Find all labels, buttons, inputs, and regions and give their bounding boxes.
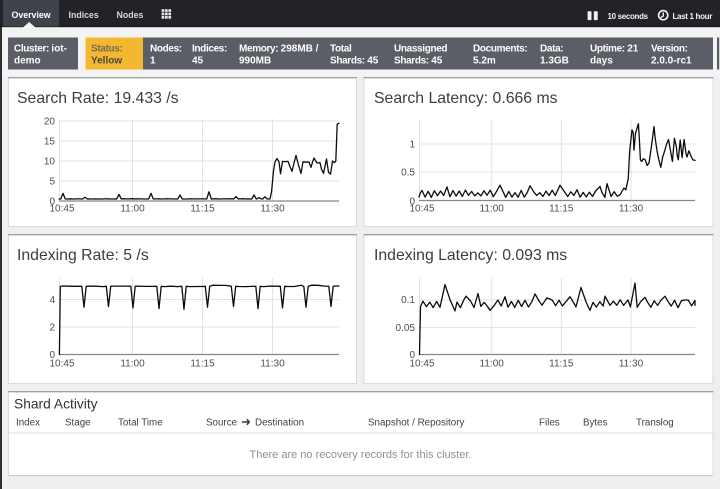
svg-text:15: 15 [44,137,56,148]
svg-text:Indices: Indices [69,10,99,20]
svg-text:Destination: Destination [255,418,304,429]
svg-text:1.3GB: 1.3GB [540,55,569,66]
svg-text:1: 1 [150,55,156,66]
svg-text:Uptime: 21: Uptime: 21 [590,43,639,54]
svg-text:demo: demo [14,55,41,66]
svg-text:20: 20 [44,117,56,128]
svg-text:11:00: 11:00 [120,359,145,370]
svg-text:Last 1 hour: Last 1 hour [673,12,713,21]
svg-text:Shards: 45: Shards: 45 [394,55,443,66]
svg-text:Search Latency: 0.666 ms: Search Latency: 0.666 ms [374,90,558,107]
svg-text:Shards: 45: Shards: 45 [330,55,379,66]
svg-text:990MB: 990MB [239,55,271,66]
svg-text:11:00: 11:00 [120,204,145,215]
svg-text:11:15: 11:15 [190,204,215,215]
svg-text:days: days [590,55,613,66]
svg-text:Documents:: Documents: [473,43,527,54]
svg-text:11:15: 11:15 [549,204,574,215]
svg-text:Nodes: Nodes [117,10,144,20]
svg-text:11:00: 11:00 [480,359,505,370]
svg-text:5: 5 [49,177,55,188]
svg-text:Overview: Overview [12,10,51,20]
svg-text:Total Time: Total Time [118,418,163,429]
svg-text:11:15: 11:15 [549,359,574,370]
svg-text:Indexing Rate: 5 /s: Indexing Rate: 5 /s [17,247,149,264]
svg-text:Source: Source [206,418,238,429]
svg-text:10:45: 10:45 [49,359,74,370]
svg-text:4: 4 [49,295,55,306]
svg-text:Yellow: Yellow [91,55,122,66]
svg-text:Total: Total [330,43,352,54]
svg-text:Indices:: Indices: [192,43,227,54]
svg-text:10: 10 [44,157,56,168]
svg-text:Unassigned: Unassigned [394,43,447,54]
svg-text:Bytes: Bytes [583,418,608,429]
svg-text:5.2m: 5.2m [473,55,496,66]
svg-text:2: 2 [49,323,55,334]
svg-text:11:15: 11:15 [190,359,215,370]
svg-text:10 seconds: 10 seconds [608,12,649,21]
svg-text:11:30: 11:30 [619,204,644,215]
svg-text:Cluster: iot-: Cluster: iot- [14,43,67,54]
svg-text:Files: Files [539,418,560,429]
svg-text:2.0.0-rc1: 2.0.0-rc1 [651,55,692,66]
svg-text:Search Rate: 19.433 /s: Search Rate: 19.433 /s [17,90,179,107]
svg-text:Shard Activity: Shard Activity [14,397,98,412]
svg-text:There are no recovery records: There are no recovery records for this c… [250,449,472,461]
svg-text:Memory: 298MB /: Memory: 298MB / [239,43,319,54]
svg-text:Data:: Data: [540,43,563,54]
svg-text:Stage: Stage [65,418,91,429]
svg-text:1: 1 [409,140,415,151]
svg-text:0.5: 0.5 [401,168,415,179]
svg-text:Snapshot / Repository: Snapshot / Repository [368,418,464,429]
svg-text:10:45: 10:45 [49,204,74,215]
svg-text:Status:: Status: [91,43,122,54]
svg-text:0.05: 0.05 [396,323,416,334]
svg-text:10:45: 10:45 [409,359,434,370]
svg-text:11:30: 11:30 [260,359,285,370]
svg-text:Translog: Translog [636,418,674,429]
svg-text:0.1: 0.1 [401,295,415,306]
svg-text:Index: Index [16,418,40,429]
svg-text:Version:: Version: [651,43,688,54]
svg-text:Nodes:: Nodes: [150,43,182,54]
svg-text:11:00: 11:00 [480,204,505,215]
svg-text:Indexing Latency: 0.093 ms: Indexing Latency: 0.093 ms [374,247,567,264]
svg-text:11:30: 11:30 [260,204,285,215]
svg-text:45: 45 [192,55,204,66]
svg-text:10:45: 10:45 [409,204,434,215]
svg-text:11:30: 11:30 [619,359,644,370]
